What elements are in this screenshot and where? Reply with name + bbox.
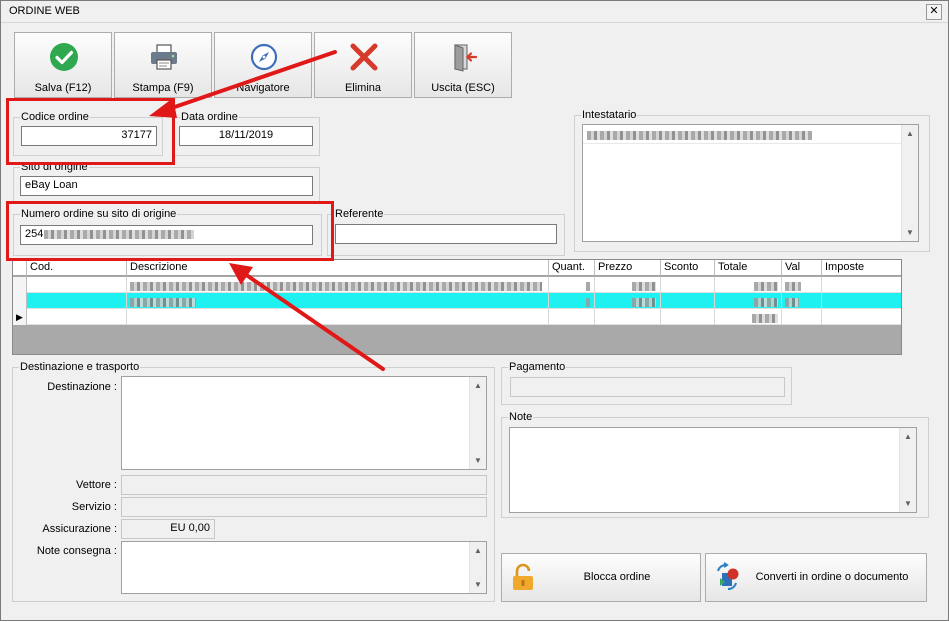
exit-door-icon	[454, 44, 478, 72]
scroll-up-icon[interactable]: ▲	[470, 542, 486, 559]
note-consegna-textarea[interactable]: ▲ ▼	[121, 541, 487, 594]
convert-icon	[717, 562, 739, 590]
assicurazione-field[interactable]: EU 0,00	[121, 519, 215, 539]
assicurazione-label: Assicurazione :	[42, 523, 117, 535]
destinazione-label: Destinazione :	[47, 381, 117, 393]
navigator-button-label: Navigatore	[236, 82, 290, 94]
destinazione-group-label: Destinazione e trasporto	[20, 361, 140, 373]
destinazione-scrollbar[interactable]: ▲ ▼	[469, 377, 486, 469]
intestatario-textarea[interactable]: ▲ ▼	[582, 124, 919, 242]
exit-button[interactable]: Uscita (ESC)	[414, 32, 512, 98]
intestatario-scrollbar[interactable]: ▲ ▼	[901, 125, 918, 241]
col-cod[interactable]: Cod.	[27, 260, 127, 276]
order-lines-grid[interactable]: Cod. Descrizione Quant. Prezzo Sconto To…	[12, 259, 902, 355]
grid-corner	[13, 260, 27, 276]
vettore-label: Vettore :	[76, 479, 117, 491]
data-ordine-label: Data ordine	[181, 111, 238, 123]
referente-label: Referente	[335, 208, 384, 220]
redacted-description	[130, 281, 542, 291]
col-totale[interactable]: Totale	[715, 260, 782, 276]
grid-row[interactable]	[13, 277, 901, 293]
highlight-numero-ordine	[6, 201, 334, 261]
data-ordine-field[interactable]: 18/11/2019	[179, 126, 313, 146]
title-bar: ORDINE WEB ✕	[1, 1, 948, 23]
pagamento-field[interactable]	[510, 377, 785, 397]
col-prezzo[interactable]: Prezzo	[595, 260, 661, 276]
print-button[interactable]: Stampa (F9)	[114, 32, 212, 98]
navigator-button[interactable]: Navigatore	[214, 32, 312, 98]
compass-icon	[250, 43, 278, 71]
grid-header: Cod. Descrizione Quant. Prezzo Sconto To…	[13, 260, 901, 276]
sito-origine-field[interactable]: eBay Loan	[20, 176, 313, 196]
blocca-ordine-button[interactable]: Blocca ordine	[501, 553, 701, 602]
grid-row-new[interactable]: ▶	[13, 309, 901, 325]
highlight-codice-ordine	[6, 98, 175, 165]
delete-x-icon	[350, 43, 378, 71]
scroll-down-icon[interactable]: ▼	[902, 224, 918, 241]
note-consegna-scrollbar[interactable]: ▲ ▼	[469, 542, 486, 593]
converti-button[interactable]: Converti in ordine o documento	[705, 553, 927, 602]
scroll-up-icon[interactable]: ▲	[470, 377, 486, 394]
col-sconto[interactable]: Sconto	[661, 260, 715, 276]
close-button[interactable]: ✕	[926, 4, 942, 20]
servizio-field[interactable]	[121, 497, 487, 517]
destinazione-textarea[interactable]: ▲ ▼	[121, 376, 487, 470]
vettore-field[interactable]	[121, 475, 487, 495]
col-quant[interactable]: Quant.	[549, 260, 595, 276]
scroll-down-icon[interactable]: ▼	[470, 576, 486, 593]
print-button-label: Stampa (F9)	[132, 82, 194, 94]
note-label: Note	[509, 411, 533, 423]
servizio-label: Servizio :	[71, 501, 117, 513]
intestatario-label: Intestatario	[582, 109, 637, 121]
col-val[interactable]: Val	[782, 260, 822, 276]
note-textarea[interactable]: ▲ ▼	[509, 427, 917, 513]
scroll-up-icon[interactable]: ▲	[902, 125, 918, 142]
grid-row-selected[interactable]	[13, 293, 901, 309]
scroll-down-icon[interactable]: ▼	[900, 495, 916, 512]
note-consegna-label: Note consegna :	[36, 545, 117, 557]
redacted-customer-name	[587, 130, 812, 140]
col-imposte[interactable]: Imposte	[822, 260, 901, 276]
exit-button-label: Uscita (ESC)	[431, 82, 495, 94]
padlock-icon	[513, 563, 533, 590]
scroll-up-icon[interactable]: ▲	[900, 428, 916, 445]
redacted-description	[130, 297, 196, 307]
save-button[interactable]: Salva (F12)	[14, 32, 112, 98]
pagamento-label: Pagamento	[509, 361, 566, 373]
col-descrizione[interactable]: Descrizione	[127, 260, 549, 276]
blocca-ordine-label: Blocca ordine	[583, 571, 651, 583]
ordine-web-window: ORDINE WEB ✕ Salva (F12) Stampa (F9) Nav…	[0, 0, 949, 621]
window-title: ORDINE WEB	[9, 5, 80, 17]
row-pointer-icon: ▶	[13, 309, 27, 325]
converti-label: Converti in ordine o documento	[755, 571, 909, 583]
save-button-label: Salva (F12)	[34, 82, 92, 94]
printer-icon	[151, 44, 177, 70]
referente-field[interactable]	[335, 224, 557, 244]
check-circle-icon	[50, 43, 78, 71]
delete-button[interactable]: Elimina	[314, 32, 412, 98]
scroll-down-icon[interactable]: ▼	[470, 452, 486, 469]
delete-button-label: Elimina	[344, 82, 382, 94]
note-scrollbar[interactable]: ▲ ▼	[899, 428, 916, 512]
